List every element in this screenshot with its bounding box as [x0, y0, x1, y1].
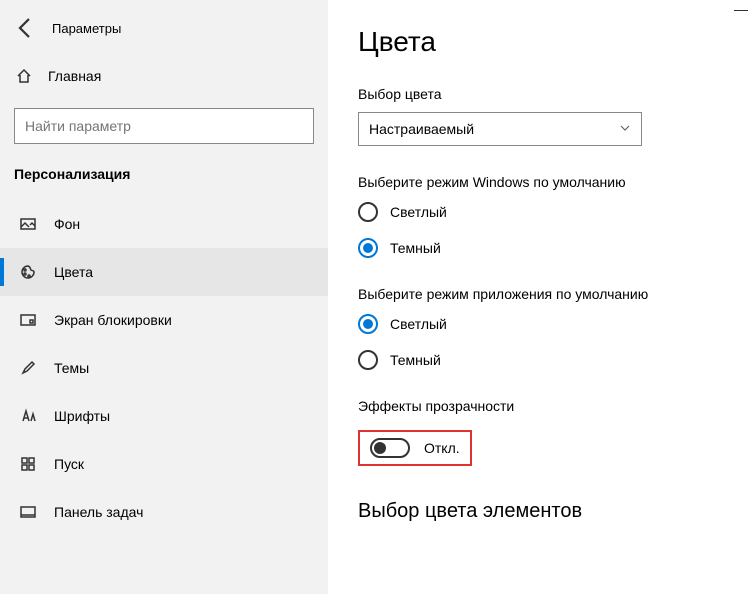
sidebar-item-lockscreen[interactable]: Экран блокировки — [0, 296, 328, 344]
brush-icon — [18, 360, 38, 376]
windows-mode-light-radio[interactable]: Светлый — [358, 202, 750, 222]
sidebar-item-label: Экран блокировки — [54, 312, 172, 328]
app-mode-light-radio[interactable]: Светлый — [358, 314, 750, 334]
search-box[interactable] — [14, 108, 314, 144]
toggle-knob — [374, 442, 386, 454]
radio-icon — [358, 350, 378, 370]
palette-icon — [18, 264, 38, 280]
sidebar-item-colors[interactable]: Цвета — [0, 248, 328, 296]
app-title: Параметры — [52, 21, 121, 36]
radio-label: Светлый — [390, 204, 447, 220]
font-icon — [18, 408, 38, 424]
titlebar: Параметры — [0, 10, 328, 58]
sidebar-item-fonts[interactable]: Шрифты — [0, 392, 328, 440]
app-mode-dark-radio[interactable]: Темный — [358, 350, 750, 370]
home-icon — [14, 68, 34, 84]
taskbar-icon — [18, 504, 38, 520]
radio-icon — [358, 238, 378, 258]
sidebar-item-label: Фон — [54, 216, 80, 232]
sidebar-item-label: Темы — [54, 360, 89, 376]
sidebar-item-background[interactable]: Фон — [0, 200, 328, 248]
color-choice-dropdown[interactable]: Настраиваемый — [358, 112, 642, 146]
sidebar-item-taskbar[interactable]: Панель задач — [0, 488, 328, 536]
transparency-toggle[interactable] — [370, 438, 410, 458]
radio-label: Темный — [390, 240, 441, 256]
nav-home-label: Главная — [48, 68, 101, 84]
page-title: Цвета — [358, 26, 750, 58]
radio-icon — [358, 202, 378, 222]
section-label: Персонализация — [0, 164, 328, 200]
highlight-box: Откл. — [358, 430, 472, 466]
picture-icon — [18, 216, 38, 232]
back-button[interactable] — [14, 16, 38, 40]
arrow-left-icon — [14, 16, 38, 40]
sidebar-item-themes[interactable]: Темы — [0, 344, 328, 392]
color-choice-label: Выбор цвета — [358, 86, 750, 102]
window-controls — [734, 4, 748, 11]
sidebar-item-label: Пуск — [54, 456, 84, 472]
sidebar-item-label: Цвета — [54, 264, 93, 280]
transparency-label: Эффекты прозрачности — [358, 398, 750, 414]
sidebar-item-label: Панель задач — [54, 504, 143, 520]
nav-home[interactable]: Главная — [0, 58, 328, 94]
windows-mode-label: Выберите режим Windows по умолчанию — [358, 174, 750, 190]
main-content: Цвета Выбор цвета Настраиваемый Выберите… — [328, 0, 754, 594]
start-icon — [18, 456, 38, 472]
radio-label: Темный — [390, 352, 441, 368]
accent-color-section-title: Выбор цвета элементов — [358, 500, 750, 523]
chevron-down-icon — [619, 121, 631, 137]
dropdown-value: Настраиваемый — [369, 121, 474, 137]
windows-mode-dark-radio[interactable]: Темный — [358, 238, 750, 258]
sidebar-item-label: Шрифты — [54, 408, 110, 424]
toggle-state-label: Откл. — [424, 440, 460, 456]
sidebar: Параметры Главная Персонализация Фон Цве… — [0, 0, 328, 594]
app-mode-label: Выберите режим приложения по умолчанию — [358, 286, 750, 302]
sidebar-item-start[interactable]: Пуск — [0, 440, 328, 488]
minimize-button[interactable] — [734, 4, 748, 11]
radio-label: Светлый — [390, 316, 447, 332]
search-input[interactable] — [25, 118, 303, 134]
radio-icon — [358, 314, 378, 334]
lockscreen-icon — [18, 312, 38, 328]
